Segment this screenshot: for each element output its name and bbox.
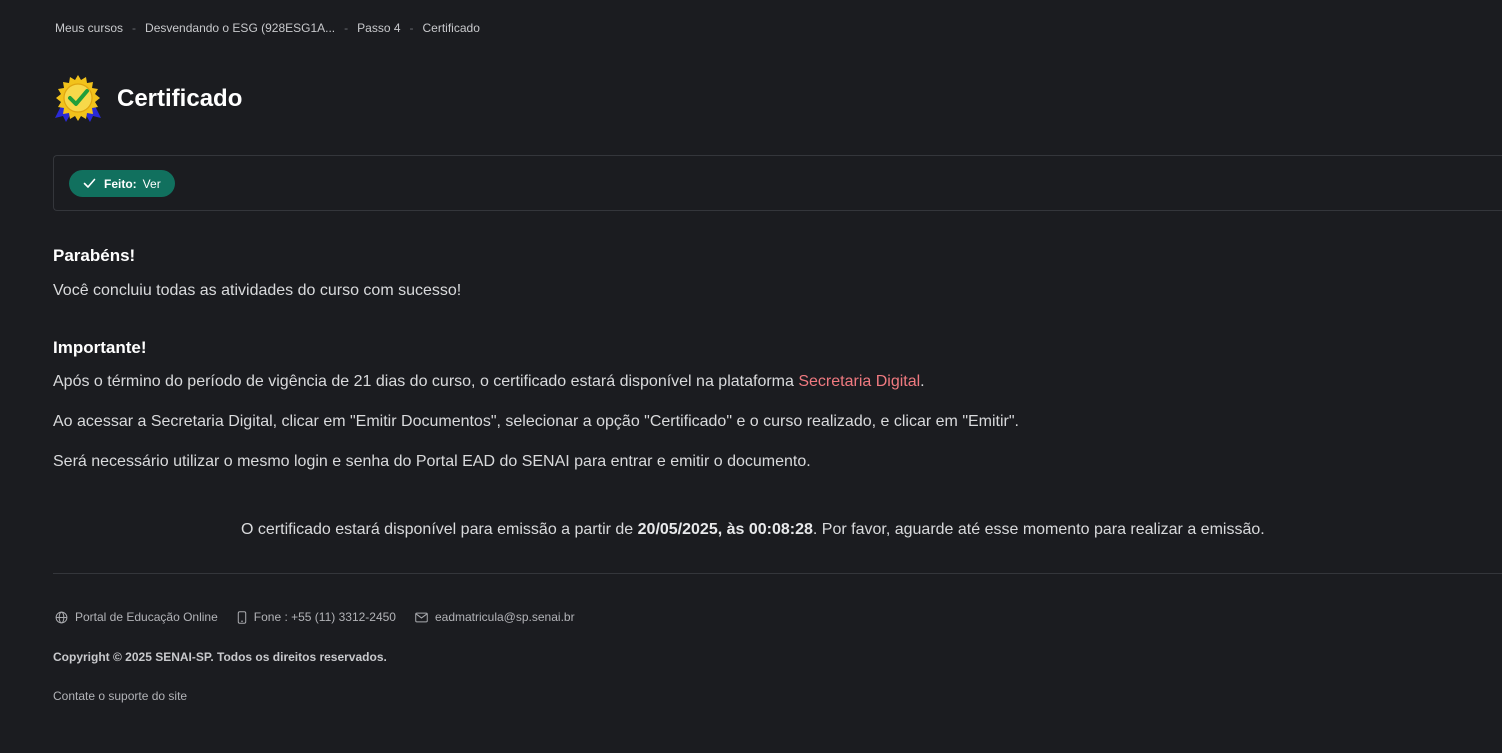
important-paragraph-1-text: Após o término do período de vigência de… [53,373,799,390]
congrats-heading: Parabéns! [53,246,136,265]
important-paragraph-1-end: . [920,373,925,390]
footer-phone-label: Fone : +55 (11) 3312-2450 [253,610,396,624]
footer-contact: Portal de Educação Online Fone : +55 (11… [55,610,594,624]
breadcrumb-separator: - [344,21,349,35]
availability-text-start: O certificado estará disponível para emi… [241,521,638,538]
footer-email-label: eadmatricula@sp.senai.br [434,610,575,624]
copyright-text: Copyright © 2025 SENAI-SP. Todos os dire… [53,650,387,664]
breadcrumb-item-my-courses[interactable]: Meus cursos [55,21,123,35]
secretaria-digital-link[interactable]: Secretaria Digital [798,373,920,390]
important-paragraph-3: Será necessário utilizar o mesmo login e… [53,453,811,470]
important-paragraph-2: Ao acessar a Secretaria Digital, clicar … [53,413,1019,430]
completion-status-button[interactable]: Feito: Ver [69,170,175,197]
envelope-icon [415,612,428,622]
important-paragraph-1: Após o término do período de vigência de… [53,373,925,391]
check-icon [83,178,96,188]
certificate-page: Meus cursos - Desvendando o ESG (928ESG1… [0,0,1502,753]
congrats-text: Você concluiu todas as atividades do cur… [53,282,462,299]
breadcrumb-separator: - [132,21,137,35]
completion-status-value: Ver [142,176,161,191]
footer-email-link[interactable]: eadmatricula@sp.senai.br [415,610,575,624]
contact-support-link[interactable]: Contate o suporte do site [53,689,187,703]
page-header: Certificado [53,74,242,124]
footer-portal-label: Portal de Educação Online [75,610,218,624]
mobile-phone-icon [237,610,246,624]
footer-phone: Fone : +55 (11) 3312-2450 [237,610,396,624]
availability-text-end: . Por favor, aguarde até esse momento pa… [812,521,1265,538]
important-heading: Importante! [53,338,147,357]
breadcrumb-separator: - [409,21,414,35]
page-title: Certificado [117,85,243,112]
breadcrumb: Meus cursos - Desvendando o ESG (928ESG1… [55,21,480,35]
completion-status-label: Feito: [104,176,137,191]
availability-notice: O certificado estará disponível para emi… [241,521,1265,539]
footer-divider [53,573,1502,574]
availability-date: 20/05/2025, às 00:08:28 [637,521,813,538]
completion-status-box: Feito: Ver [53,155,1502,211]
breadcrumb-item-current: Certificado [422,21,480,35]
breadcrumb-item-step[interactable]: Passo 4 [357,21,400,35]
certificate-badge-icon [55,75,101,122]
breadcrumb-item-course[interactable]: Desvendando o ESG (928ESG1A... [145,21,335,35]
globe-icon [55,611,68,623]
footer-portal-link[interactable]: Portal de Educação Online [55,610,218,624]
